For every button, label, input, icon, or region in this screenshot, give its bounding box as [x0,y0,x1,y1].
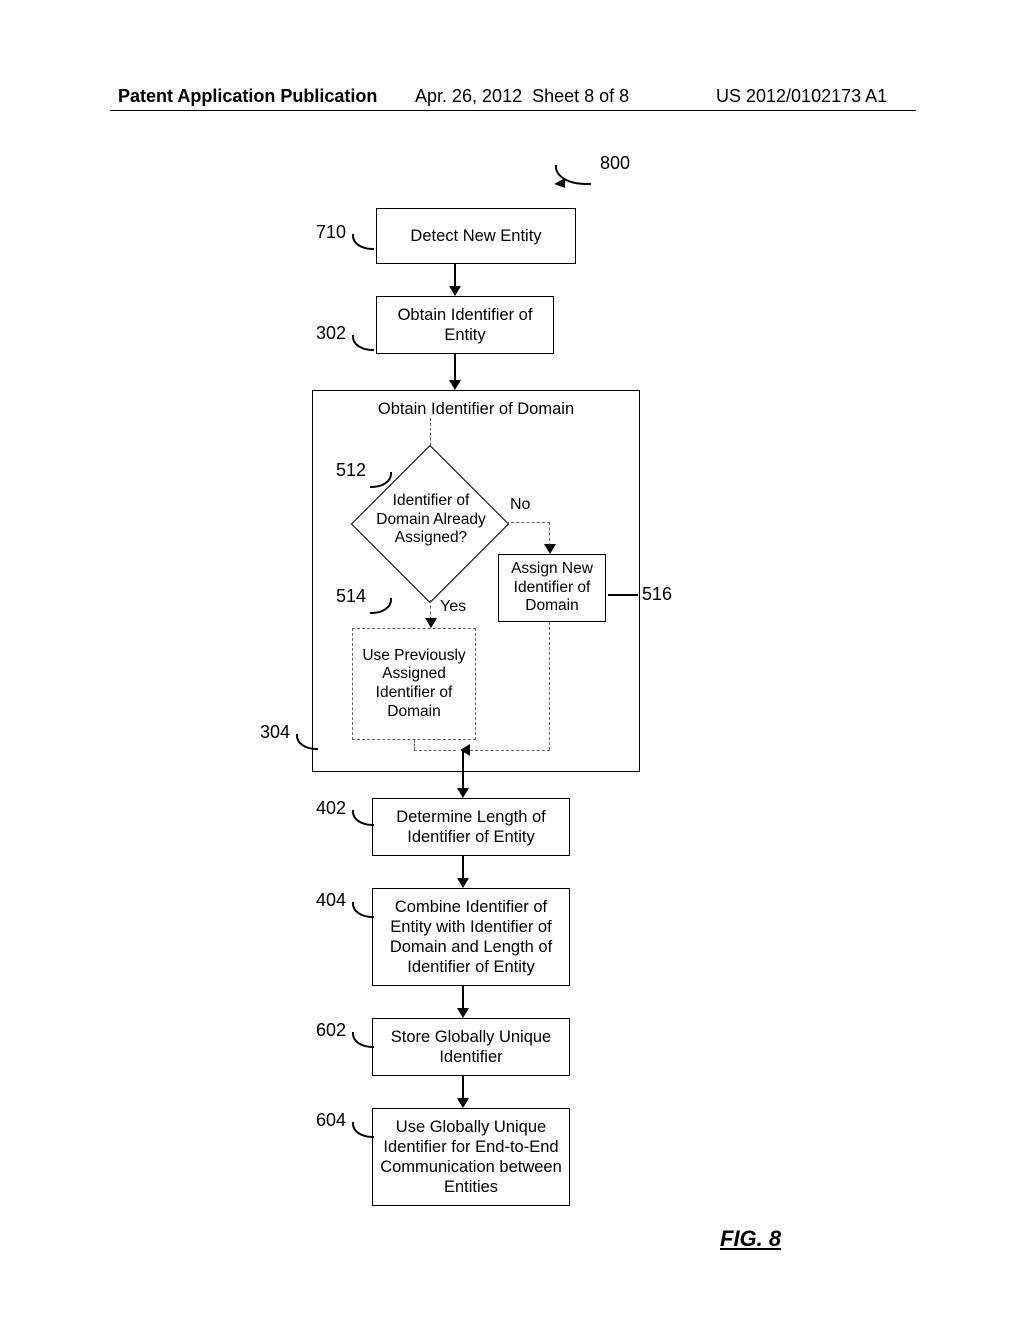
ref-404-curl [352,902,374,918]
arrow-602-to-604-head [457,1098,469,1108]
branch-yes-vline [430,600,431,620]
step-302-obtain-entity-id: Obtain Identifier of Entity [376,296,554,354]
figure-label: FIG. 8 [720,1226,781,1252]
branch-yes-return-h [414,750,456,751]
step-604-use-guid: Use Globally Unique Identifier for End-t… [372,1108,570,1206]
ref-304: 304 [260,722,290,743]
branch-no-head [544,544,556,554]
ref-404: 404 [316,890,346,911]
figure-ref-arrow [554,178,565,188]
pub-label: Patent Application Publication [118,86,377,107]
ref-302-curl [352,335,374,351]
arrow-710-to-302-line [454,264,456,288]
arrow-404-to-602-head [457,1008,469,1018]
ref-516: 516 [642,584,672,605]
step-516-assign-new-domain-id: Assign New Identifier of Domain [498,554,606,622]
ref-602-curl [352,1032,374,1048]
step-514-use-previous-domain-id: Use Previously Assigned Identifier of Do… [352,628,476,740]
ref-512: 512 [336,460,366,481]
branch-no-return-v [549,622,550,750]
arrow-302-to-304-line [454,354,456,382]
ref-710: 710 [316,222,346,243]
decision-512-text: Identifier of Domain Already Assigned? [363,492,499,548]
step-602-store-guid: Store Globally Unique Identifier [372,1018,570,1076]
ref-304-curl [296,734,318,750]
ref-602: 602 [316,1020,346,1041]
arrow-602-to-604-line [462,1076,464,1100]
step-304-title: Obtain Identifier of Domain [319,399,633,419]
ref-302: 302 [316,323,346,344]
pub-number: US 2012/0102173 A1 [716,86,887,107]
arrow-710-to-302-head [449,286,461,296]
pub-date-sheet: Apr. 26, 2012 Sheet 8 of 8 [415,86,629,107]
label-yes: Yes [440,598,466,616]
figure-ref-800: 800 [600,153,630,174]
arrow-402-to-404-head [457,878,469,888]
arrow-304-to-402-line [462,750,464,790]
step-404-combine-identifiers: Combine Identifier of Entity with Identi… [372,888,570,986]
ref-604-curl [352,1122,374,1138]
header-rule [110,110,916,111]
branch-yes-head [425,618,437,628]
branch-no-return-h [470,750,550,751]
arrow-404-to-602-line [462,986,464,1010]
arrow-304-to-402-head [457,788,469,798]
ref-516-leader [608,594,638,596]
step-402-determine-length: Determine Length of Identifier of Entity [372,798,570,856]
arrow-302-to-304-head [449,380,461,390]
ref-402-curl [352,810,374,826]
branch-yes-return-v [414,740,415,750]
step-514-text: Use Previously Assigned Identifier of Do… [357,647,471,721]
ref-402: 402 [316,798,346,819]
branch-no-hline [506,522,550,523]
arrow-402-to-404-line [462,856,464,880]
ref-710-curl [352,234,374,250]
branch-no-vline [549,522,550,546]
ref-514: 514 [336,586,366,607]
label-no: No [510,496,530,514]
ref-604: 604 [316,1110,346,1131]
step-710-detect-new-entity: Detect New Entity [376,208,576,264]
